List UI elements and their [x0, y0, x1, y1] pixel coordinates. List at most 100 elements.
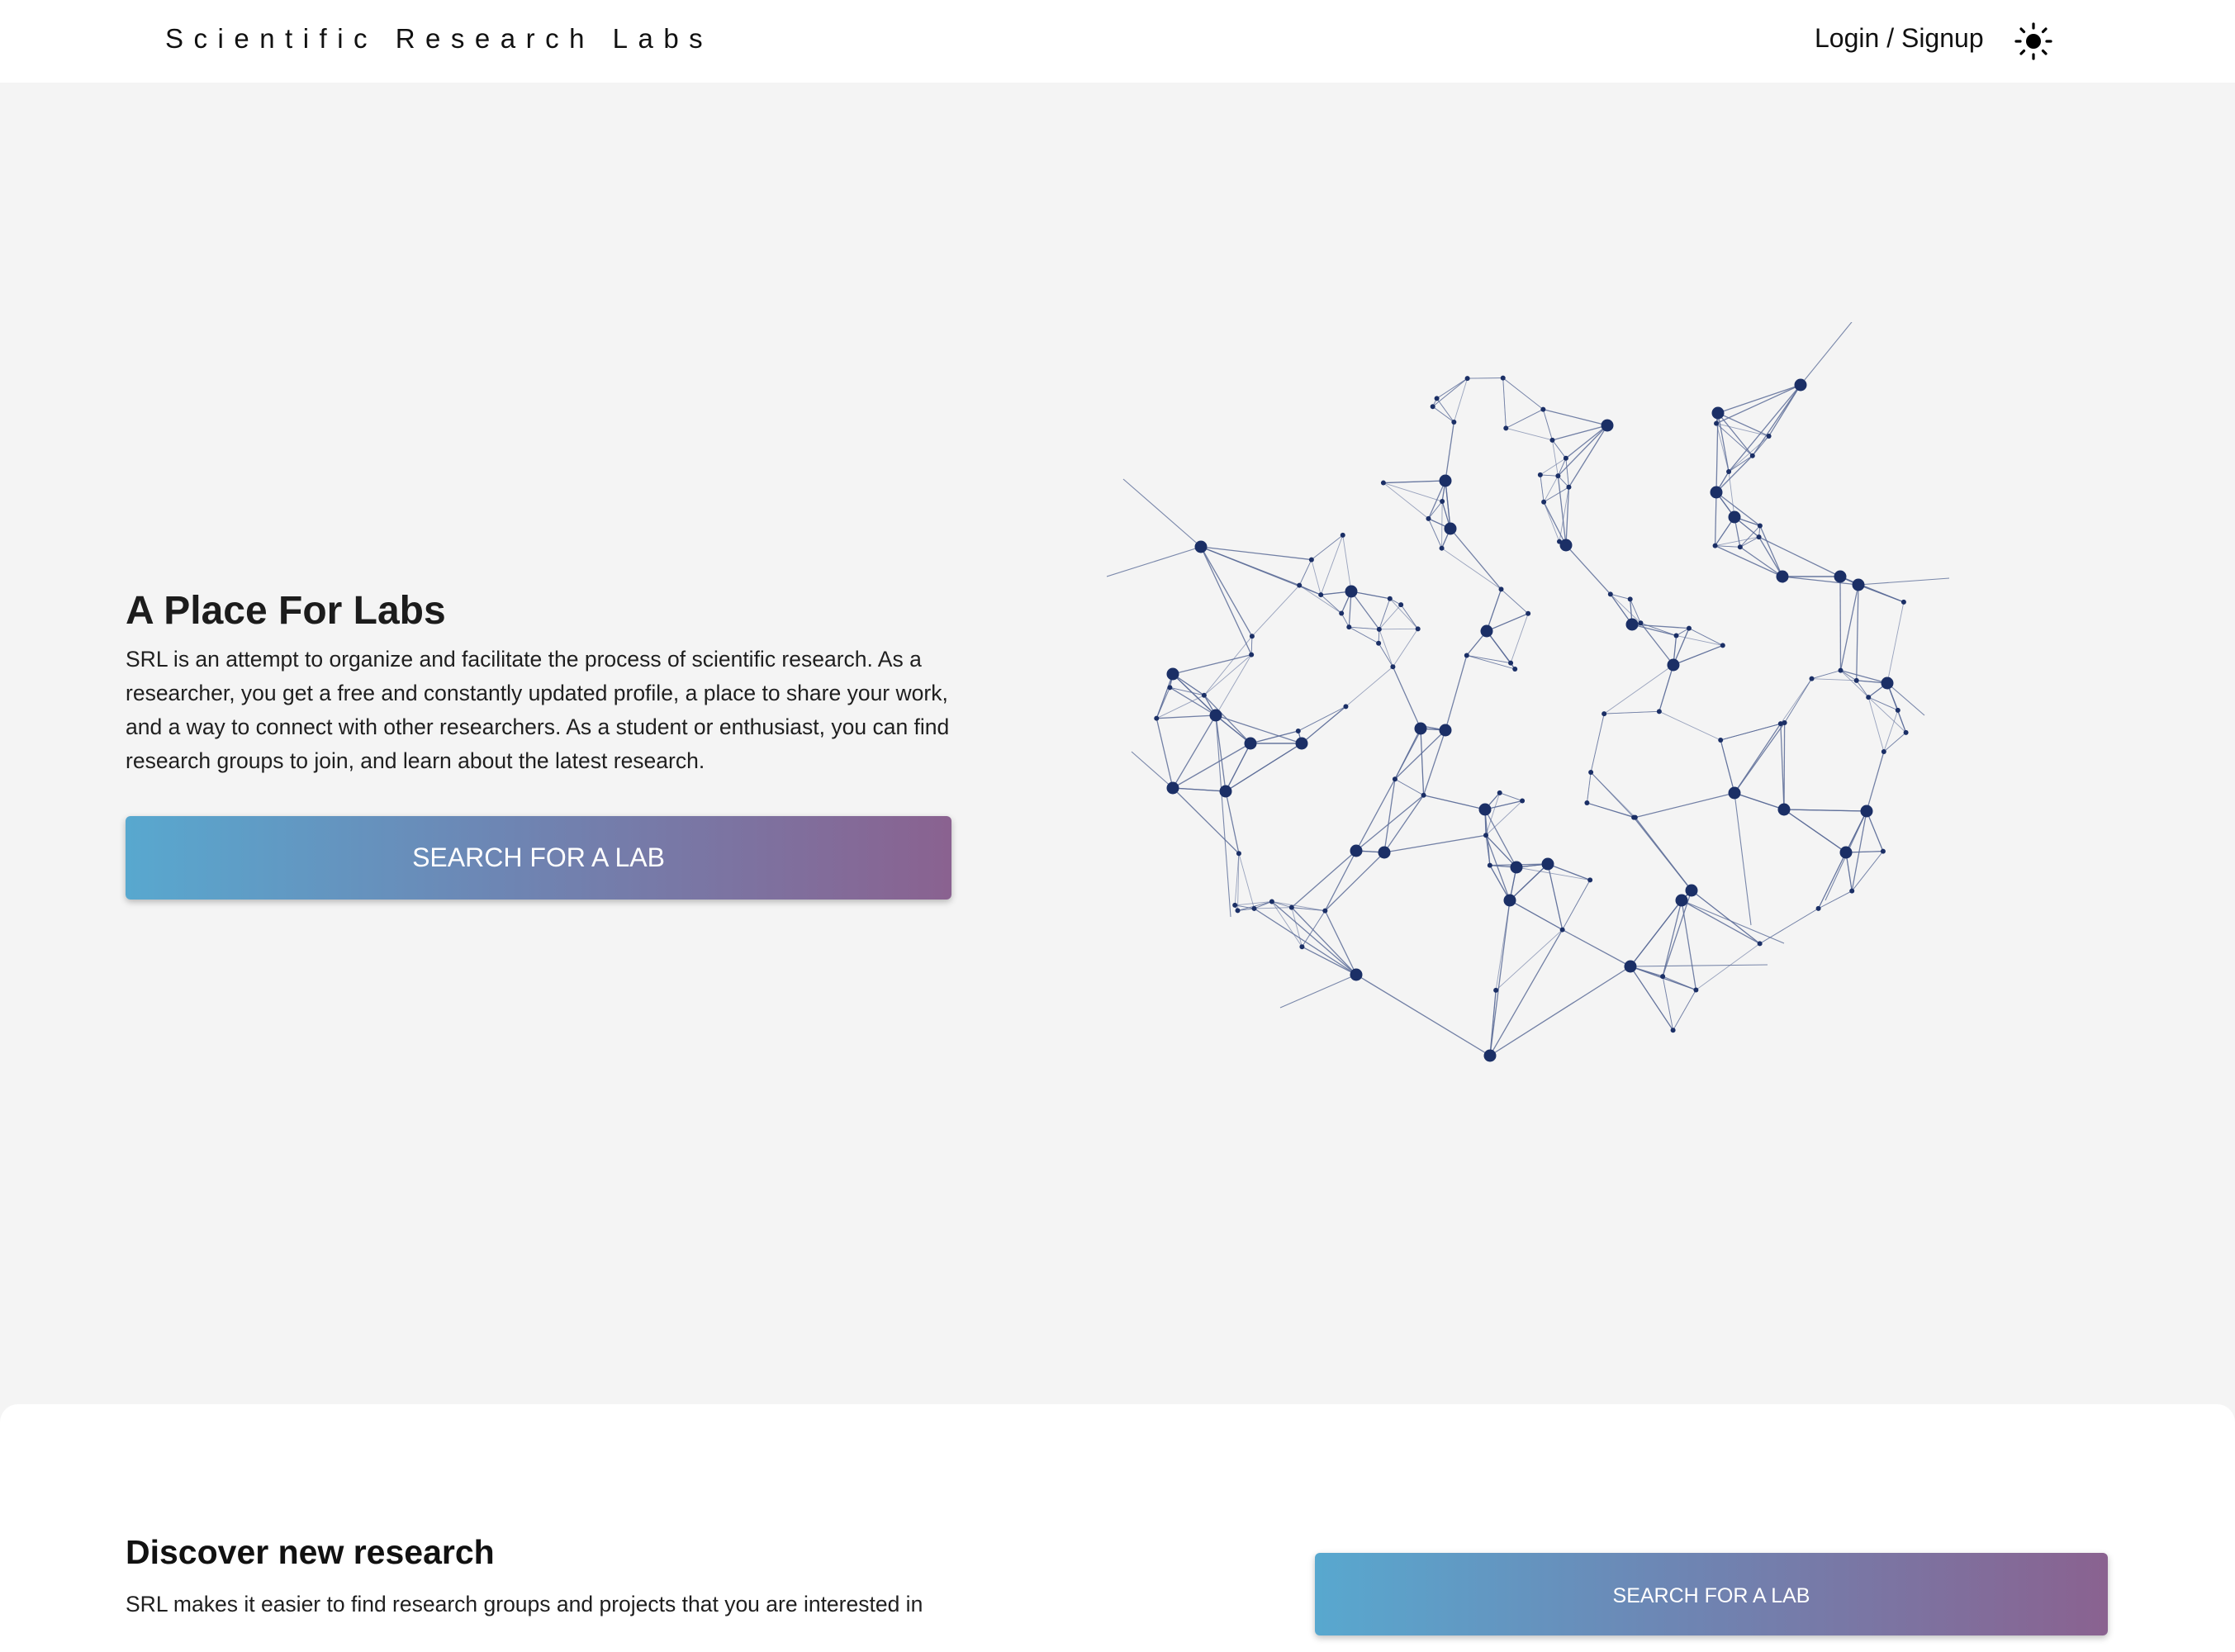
network-node: [1542, 858, 1554, 871]
network-edge: [1321, 595, 1341, 613]
network-edge: [1640, 623, 1673, 665]
theme-toggle-button[interactable]: [2014, 21, 2053, 61]
network-node: [1202, 693, 1207, 698]
network-edge: [1543, 410, 1607, 425]
network-edge: [1500, 793, 1522, 801]
network-edge: [1840, 577, 1904, 602]
network-node: [1390, 664, 1395, 669]
network-edge: [1511, 614, 1528, 663]
network-edge: [1487, 589, 1502, 631]
network-edge: [1292, 908, 1356, 975]
network-node: [1711, 487, 1723, 499]
network-edge: [1611, 594, 1641, 623]
network-edge: [1715, 546, 1782, 577]
brand-logo-text[interactable]: Scientific Research Labs: [165, 23, 713, 55]
network-node: [1541, 500, 1546, 505]
network-node: [1520, 799, 1525, 804]
network-node: [1840, 847, 1853, 859]
network-edge: [1173, 674, 1216, 715]
network-node: [1341, 533, 1345, 538]
network-edge: [1173, 788, 1226, 791]
network-edge: [1510, 900, 1563, 930]
network-edge: [1393, 667, 1421, 729]
network-node: [1236, 908, 1241, 913]
network-edge: [1383, 483, 1429, 519]
network-edge: [1563, 930, 1630, 966]
network-node: [1220, 786, 1232, 798]
network-node: [1729, 511, 1741, 524]
network-node: [1481, 625, 1493, 638]
network-node: [1508, 661, 1513, 666]
network-edge: [1715, 537, 1759, 546]
network-node: [1269, 900, 1274, 904]
network-edge: [1395, 779, 1424, 795]
network-node: [1479, 804, 1492, 816]
network-node: [1660, 974, 1665, 979]
network-edge: [1351, 591, 1379, 629]
network-edge: [1280, 975, 1356, 1008]
network-edge: [1433, 378, 1468, 406]
network-edge: [1784, 809, 1846, 852]
network-edge: [1298, 706, 1346, 731]
network-node: [1758, 524, 1763, 529]
network-edge: [1784, 723, 1785, 809]
network-edge: [1325, 851, 1356, 911]
network-node: [1483, 833, 1488, 838]
network-edge: [1383, 481, 1445, 483]
network-node: [1167, 685, 1172, 690]
network-edge: [1123, 479, 1201, 547]
network-edge: [1682, 900, 1784, 943]
network-edge: [1343, 535, 1351, 591]
network-edge: [1673, 990, 1696, 1030]
network-edge: [1299, 560, 1312, 586]
network-node: [1322, 909, 1327, 914]
login-signup-link[interactable]: Login / Signup: [1815, 23, 1984, 54]
discover-title: Discover new research: [126, 1533, 495, 1572]
network-node: [1713, 544, 1718, 548]
network-edge: [1390, 599, 1418, 629]
network-node: [1251, 906, 1256, 911]
network-node: [1503, 425, 1508, 430]
network-edge: [1216, 715, 1231, 917]
network-edge: [1857, 681, 1869, 697]
network-node: [1289, 905, 1294, 910]
network-edge: [1552, 440, 1565, 458]
network-node: [1777, 571, 1789, 583]
network-edge: [1107, 547, 1201, 577]
network-node: [1493, 988, 1498, 993]
network-edge: [1858, 578, 1949, 585]
network-edge: [1349, 627, 1378, 643]
network-node: [1167, 782, 1179, 795]
network-edge: [1490, 966, 1630, 1056]
network-edge: [1753, 436, 1769, 456]
network-node: [1750, 453, 1755, 458]
network-edge: [1540, 475, 1559, 476]
network-edge: [1729, 385, 1801, 472]
network-node: [1608, 591, 1613, 596]
network-edge: [1384, 835, 1486, 852]
network-edge: [1566, 458, 1569, 487]
network-node: [1881, 849, 1886, 854]
network-node: [1378, 847, 1391, 859]
network-edge: [1379, 599, 1390, 629]
network-edge: [1349, 627, 1379, 629]
network-node: [1415, 723, 1427, 735]
network-edge: [1201, 547, 1252, 636]
network-node: [1345, 586, 1358, 598]
network-edge: [1502, 589, 1529, 613]
network-node: [1674, 634, 1679, 638]
hero-title: A Place For Labs: [126, 588, 446, 634]
discover-search-lab-button[interactable]: SEARCH FOR A LAB: [1315, 1553, 2108, 1635]
network-edge: [1251, 636, 1252, 654]
network-node: [1626, 619, 1639, 631]
network-edge: [1393, 629, 1417, 667]
network-node: [1297, 583, 1302, 588]
network-edge: [1716, 424, 1753, 456]
network-node: [1350, 969, 1363, 981]
search-lab-button[interactable]: SEARCH FOR A LAB: [126, 816, 951, 900]
top-navbar: Scientific Research Labs Login / Signup: [0, 0, 2235, 83]
network-node: [1584, 800, 1589, 805]
network-node: [1757, 534, 1762, 539]
network-node: [1376, 641, 1381, 646]
network-edge: [1395, 730, 1445, 779]
